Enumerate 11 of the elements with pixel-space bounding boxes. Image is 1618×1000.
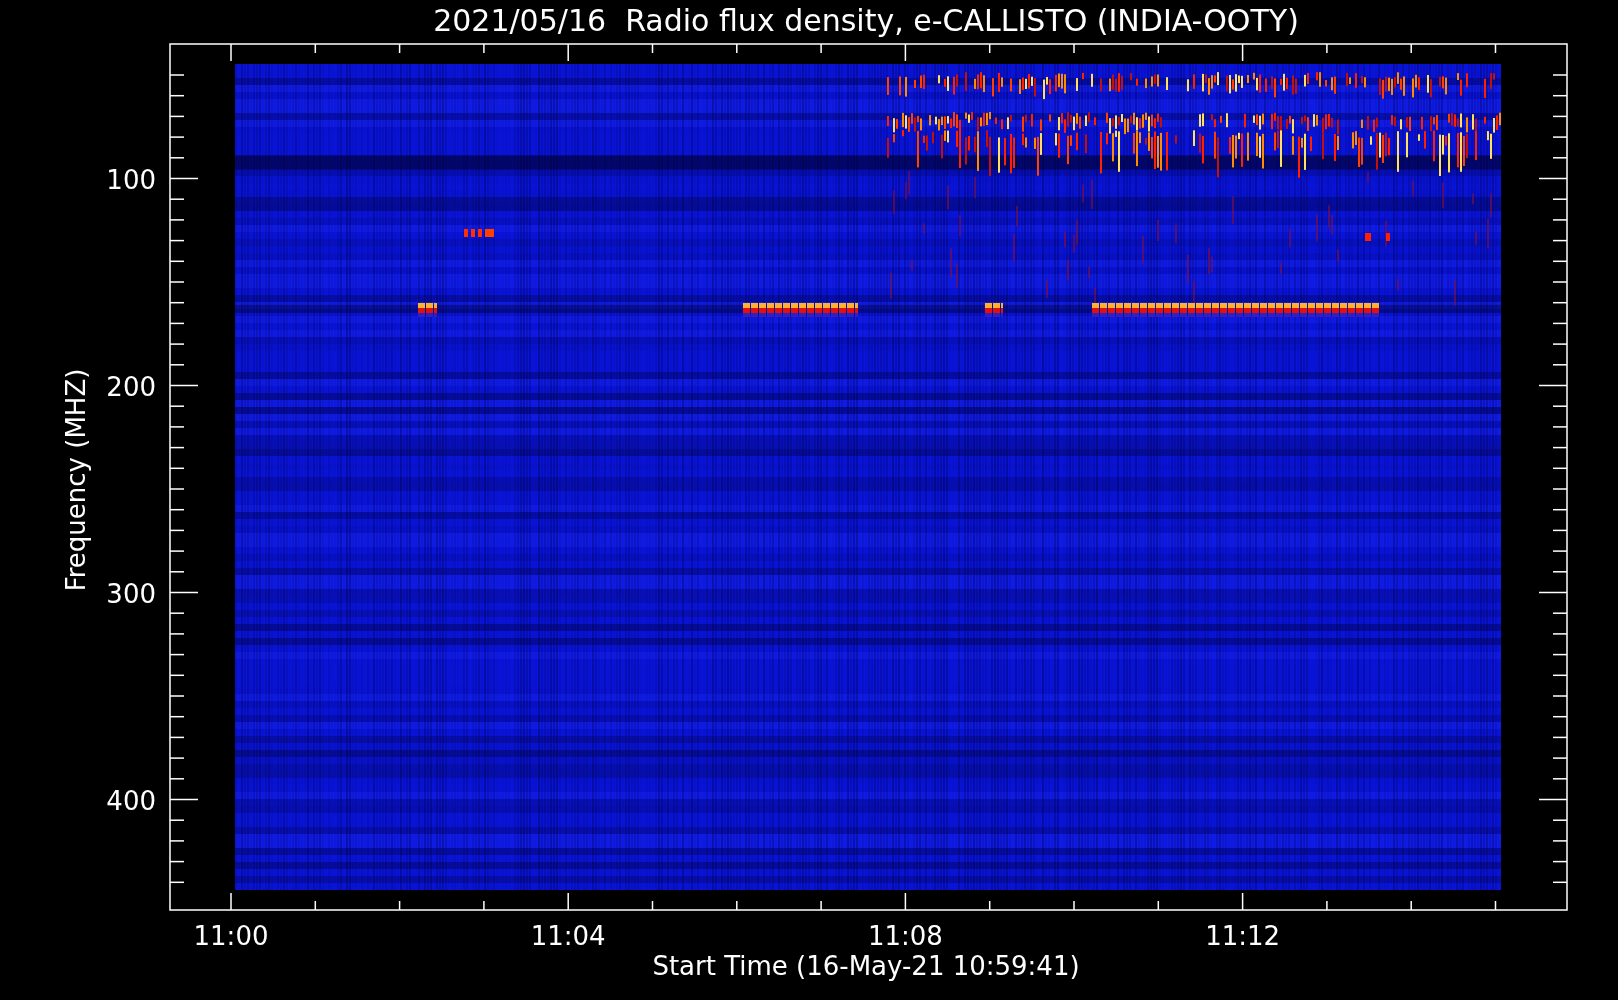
chart-title: 2021/05/16 Radio flux density, e-CALLISTO (INDIA-OOTY): [433, 3, 1299, 38]
axis-label: Start Time (16-May-21 10:59:41): [652, 951, 1080, 981]
tick-label: 11:04: [530, 921, 606, 951]
tick-label: 11:12: [1205, 921, 1281, 951]
axis-label: Frequency (MHZ): [61, 368, 91, 592]
tick-label: 400: [106, 785, 156, 816]
tick-label: 11:00: [193, 921, 269, 951]
tick-label: 300: [106, 578, 156, 609]
tick-label: 100: [106, 164, 156, 195]
tick-label: 200: [106, 371, 156, 402]
tick-label: 11:08: [867, 921, 943, 951]
